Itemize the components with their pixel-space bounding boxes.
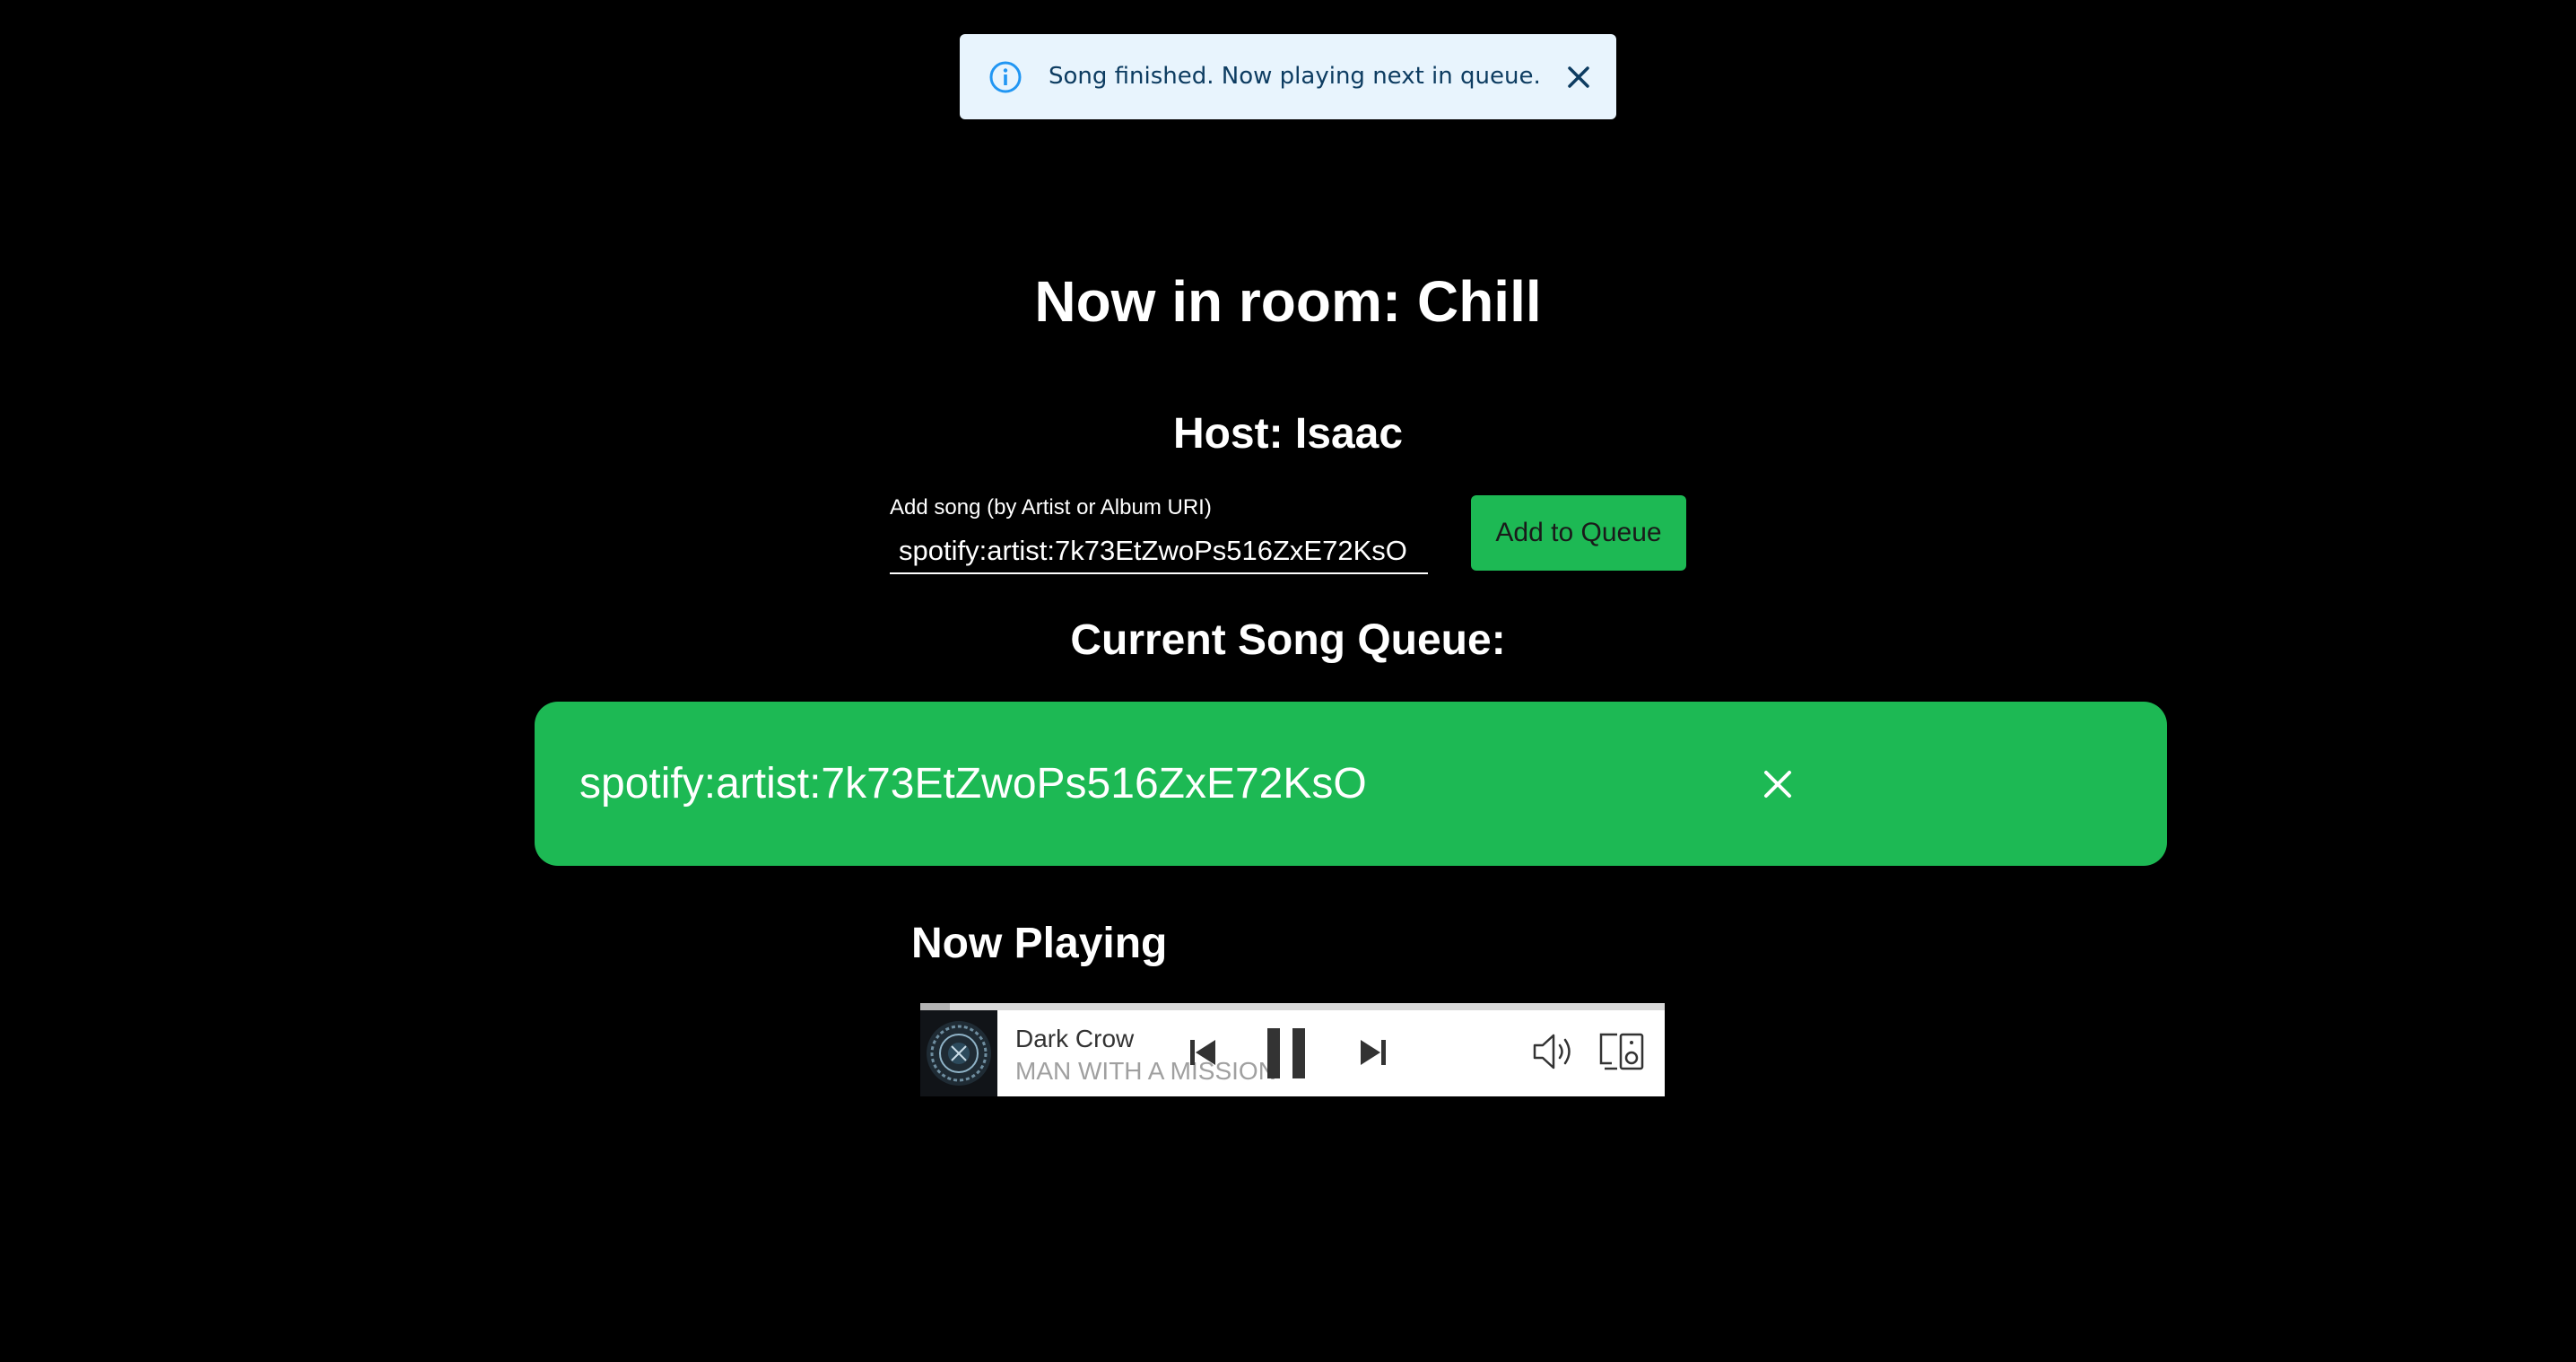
info-icon [988, 60, 1023, 94]
pause-icon[interactable] [1259, 1025, 1313, 1082]
queue-item-uri: spotify:artist:7k73EtZwoPs516ZxE72KsO [579, 760, 1367, 808]
add-song-label: Add song (by Artist or Album URI) [890, 495, 1212, 519]
add-song-field: Add song (by Artist or Album URI) [890, 492, 1428, 581]
volume-icon[interactable] [1530, 1028, 1580, 1075]
notification-message: Song finished. Now playing next in queue… [1049, 63, 1541, 90]
album-art [920, 1010, 997, 1096]
room-title: Now in room: Chill [1034, 269, 1542, 334]
host-name: Host: Isaac [1172, 410, 1404, 458]
progress-bar[interactable] [920, 1003, 1665, 1010]
artist-name: MAN WITH A MISSION [1015, 1057, 1276, 1085]
queue-title: Current Song Queue: [1070, 616, 1506, 664]
notification-toast: Song finished. Now playing next in queue… [960, 34, 1616, 119]
track-name: Dark Crow [1015, 1025, 1135, 1052]
devices-icon[interactable] [1597, 1028, 1649, 1075]
add-song-input[interactable] [890, 529, 1428, 574]
add-to-queue-button[interactable]: Add to Queue [1471, 495, 1686, 571]
now-playing-title: Now Playing [911, 920, 1168, 967]
close-icon[interactable] [1553, 52, 1604, 102]
previous-track-icon[interactable] [1180, 1030, 1225, 1075]
next-track-icon[interactable] [1351, 1030, 1396, 1075]
room-page: Song finished. Now playing next in queue… [0, 0, 2576, 1362]
remove-from-queue-icon[interactable] [1749, 755, 1806, 813]
progress-fill [920, 1003, 951, 1010]
queue-list: spotify:artist:7k73EtZwoPs516ZxE72KsO [535, 702, 2167, 866]
spotify-player: Dark Crow MAN WITH A MISSION [920, 1003, 1665, 1096]
queue-item: spotify:artist:7k73EtZwoPs516ZxE72KsO [535, 702, 2167, 866]
